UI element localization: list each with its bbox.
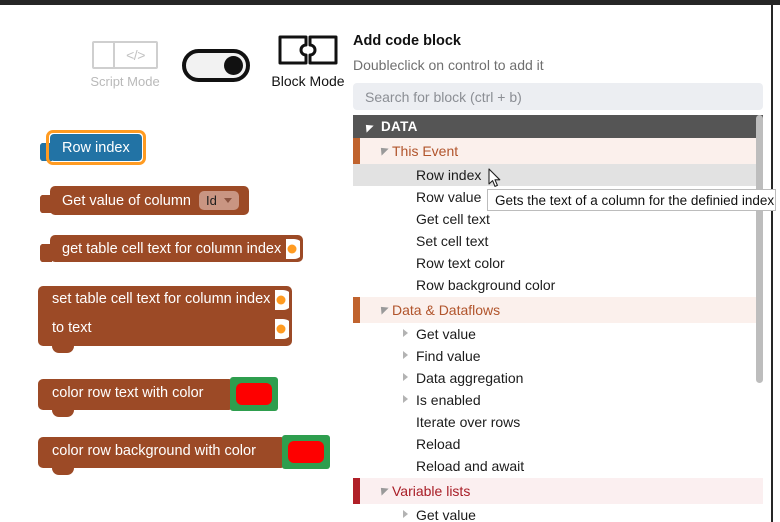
block-input-socket-icon-2[interactable] — [275, 319, 289, 339]
block-input-socket-icon-1[interactable] — [275, 290, 289, 310]
block-canvas[interactable]: Row index Get value of column Id get tab… — [0, 97, 345, 522]
mouse-cursor-icon — [488, 168, 501, 187]
script-mode-option[interactable]: </> Script Mode — [90, 41, 160, 89]
block-color-row-background[interactable]: color row background with color — [38, 437, 286, 475]
block-label: color row text with color — [52, 385, 204, 401]
block-color-row-text[interactable]: color row text with color — [38, 379, 234, 417]
tree-item-get-value[interactable]: Get value — [353, 323, 763, 345]
color-slot-row-background[interactable] — [282, 435, 330, 469]
block-mode-label: Block Mode — [271, 73, 345, 89]
tree-item-label: Row background color — [416, 277, 556, 293]
tree-item-is-enabled[interactable]: Is enabled — [353, 389, 763, 411]
block-left-notch-icon — [40, 195, 52, 213]
tree-item-label: Reload — [416, 436, 461, 452]
tree-item-variable-get-value[interactable]: Get value — [353, 504, 763, 522]
tree-scrollbar-thumb[interactable] — [756, 115, 763, 383]
group-accent-bar — [353, 138, 360, 164]
tree-item-label: Iterate over rows — [416, 414, 521, 430]
color-swatch[interactable] — [236, 383, 272, 405]
code-icon-glyph: </> — [126, 47, 145, 63]
block-bottom-bump — [52, 409, 74, 417]
column-dropdown[interactable]: Id — [198, 191, 239, 210]
toggle-knob — [224, 56, 243, 75]
block-get-table-cell-text[interactable]: get table cell text for column index — [40, 235, 304, 262]
expand-triangle-icon[interactable] — [403, 329, 408, 337]
block-label: Row index — [62, 139, 130, 156]
expand-triangle-icon[interactable] — [403, 373, 408, 381]
collapse-triangle-icon — [377, 484, 389, 496]
block-label: color row background with color — [52, 443, 256, 459]
tree-item-label: Reload and await — [416, 458, 525, 474]
tree-item-label: Is enabled — [416, 392, 481, 408]
tree-item-find-value[interactable]: Find value — [353, 345, 763, 367]
panel-title: Add code block — [353, 33, 461, 49]
block-mode-option[interactable]: Block Mode — [262, 33, 354, 89]
block-label: Get value of column — [62, 192, 191, 209]
tree-item-row-text-color[interactable]: Row text color — [353, 252, 763, 274]
code-brackets-icon: </> — [92, 41, 158, 69]
mode-toggle-switch[interactable] — [182, 49, 250, 82]
tooltip: Gets the text of a column for the defini… — [487, 189, 776, 211]
tree-group-data-label: DATA — [381, 119, 418, 134]
tree-item-row-background-color[interactable]: Row background color — [353, 274, 763, 296]
chevron-down-icon — [223, 198, 232, 203]
window-right-margin — [773, 5, 780, 522]
block-bottom-bump — [52, 345, 74, 353]
tree-item-reload[interactable]: Reload — [353, 433, 763, 455]
group-accent-bar — [353, 297, 360, 323]
tree-item-label: Get value — [416, 326, 476, 342]
puzzle-pieces-icon — [278, 35, 338, 65]
expand-triangle-icon[interactable] — [403, 351, 408, 359]
tree-item-data-aggregation[interactable]: Data aggregation — [353, 367, 763, 389]
block-label-line1: set table cell text for column index — [52, 291, 271, 307]
app-root: </> Script Mode Block Mode Row index Get… — [0, 0, 780, 522]
block-left-notch-icon — [40, 143, 52, 161]
tree-group-variable-lists[interactable]: Variable lists — [353, 478, 763, 504]
tree-item-label: Get cell text — [416, 211, 490, 227]
collapse-triangle-icon — [377, 144, 389, 156]
mode-switch-bar: </> Script Mode Block Mode — [0, 5, 345, 97]
code-icon-left-pane — [94, 43, 115, 67]
tree-item-label: Row text color — [416, 255, 505, 271]
block-label-line2: to text — [52, 320, 92, 336]
tree-item-set-cell-text[interactable]: Set cell text — [353, 230, 763, 252]
tooltip-text: Gets the text of a column for the defini… — [495, 192, 775, 208]
tree-item-iterate-over-rows[interactable]: Iterate over rows — [353, 411, 763, 433]
add-code-block-panel: Add code block Doubleclick on control to… — [345, 5, 771, 522]
expand-triangle-icon[interactable] — [403, 395, 408, 403]
tree-group-label: Data & Dataflows — [392, 302, 501, 318]
panel-subtitle: Doubleclick on control to add it — [353, 57, 544, 73]
block-tree[interactable]: DATA This Event Row index Row value Get … — [353, 115, 763, 522]
expand-triangle-icon[interactable] — [403, 510, 408, 518]
block-left-notch-icon — [40, 244, 52, 262]
tree-group-data[interactable]: DATA — [353, 115, 763, 138]
block-get-value-of-column[interactable]: Get value of column Id — [40, 186, 249, 215]
block-label: get table cell text for column index — [62, 240, 282, 257]
tree-item-label: Row value — [416, 189, 482, 205]
tree-item-label: Data aggregation — [416, 370, 524, 386]
column-dropdown-value: Id — [205, 193, 217, 208]
block-row-index[interactable]: Row index — [40, 130, 146, 165]
search-input[interactable] — [353, 83, 763, 110]
color-swatch[interactable] — [288, 441, 324, 463]
group-accent-bar — [353, 478, 360, 504]
tree-item-reload-and-await[interactable]: Reload and await — [353, 455, 763, 477]
script-mode-label: Script Mode — [90, 74, 160, 89]
collapse-triangle-icon — [377, 303, 389, 315]
tree-group-this-event[interactable]: This Event — [353, 138, 763, 164]
tree-item-label: Set cell text — [416, 233, 489, 249]
color-slot-row-text[interactable] — [230, 377, 278, 411]
block-set-table-cell-text[interactable]: set table cell text for column index to … — [38, 286, 292, 353]
block-input-socket-icon[interactable] — [286, 239, 301, 259]
tree-item-label: Get value — [416, 507, 476, 522]
tree-item-get-cell-text[interactable]: Get cell text — [353, 208, 763, 230]
block-bottom-bump — [52, 467, 74, 475]
tree-item-row-index[interactable]: Row index — [353, 164, 763, 186]
collapse-triangle-icon — [362, 120, 374, 133]
tree-item-label: Row index — [416, 167, 482, 183]
tree-item-label: Find value — [416, 348, 481, 364]
tree-group-label: This Event — [392, 143, 459, 159]
tree-group-label: Variable lists — [392, 483, 471, 499]
tree-group-data-dataflows[interactable]: Data & Dataflows — [353, 297, 763, 323]
